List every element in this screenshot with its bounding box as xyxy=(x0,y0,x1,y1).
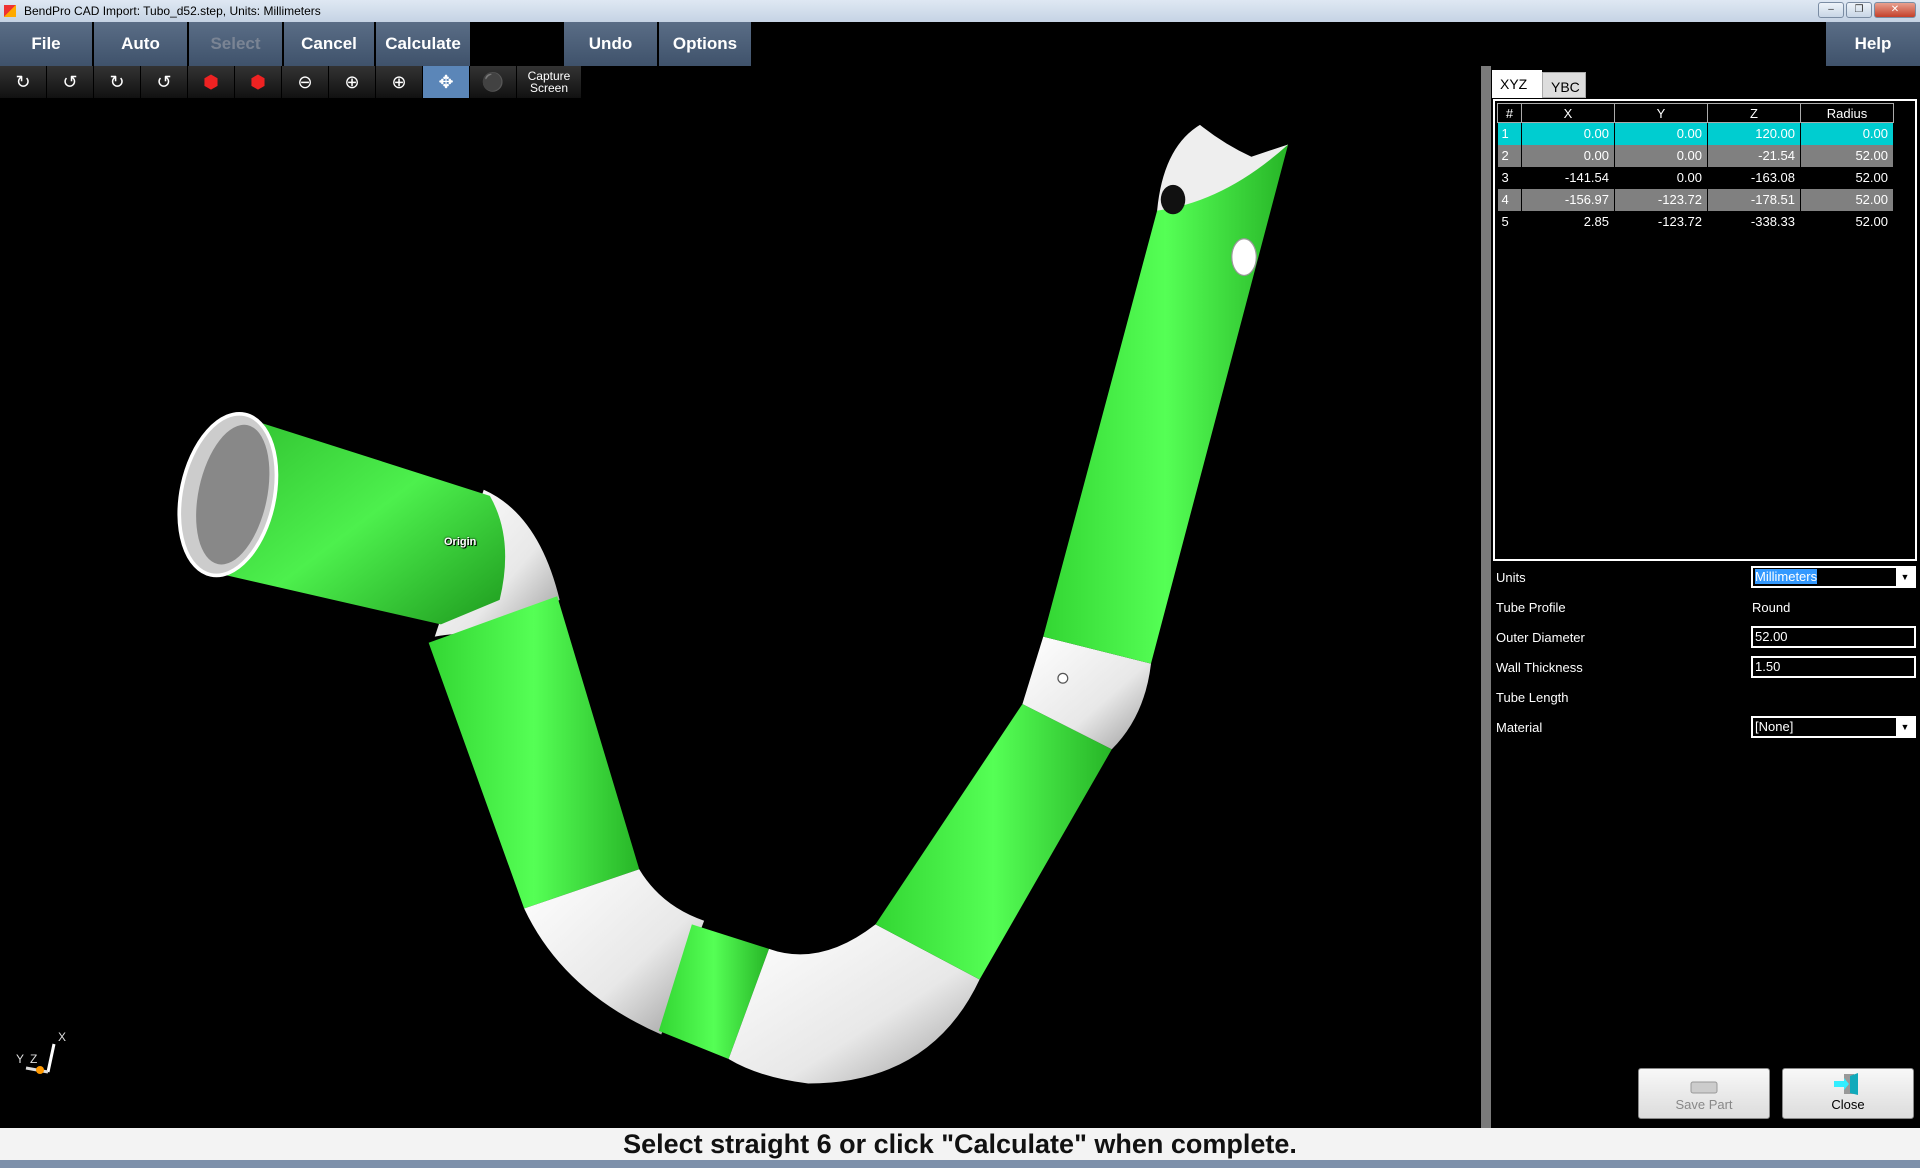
menu-bar: File Auto Select Cancel Calculate Undo O… xyxy=(0,22,1920,66)
cell: 52.00 xyxy=(1800,188,1894,211)
cell: -123.72 xyxy=(1614,188,1708,211)
options-button[interactable]: Options xyxy=(659,22,751,66)
material-label: Material xyxy=(1496,720,1543,735)
calculate-button[interactable]: Calculate xyxy=(376,22,470,66)
pan-icon[interactable]: ✥ xyxy=(423,66,469,98)
cell: -21.54 xyxy=(1707,144,1801,167)
save-icon xyxy=(1639,1079,1769,1095)
chevron-down-icon[interactable]: ▼ xyxy=(1896,718,1914,736)
taskbar xyxy=(0,1160,1920,1168)
door-exit-icon xyxy=(1783,1073,1913,1095)
cell: 4 xyxy=(1497,188,1522,211)
cell: 0.00 xyxy=(1614,122,1708,145)
rotate-x-ccw-icon[interactable]: ↺ xyxy=(47,66,93,98)
properties-panel: Units Millimeters ▼ Tube Profile Round Out… xyxy=(1496,562,1920,742)
cell: 120.00 xyxy=(1707,122,1801,145)
cell: 0.00 xyxy=(1614,144,1708,167)
cell: 2.85 xyxy=(1521,210,1615,233)
status-message: Select straight 6 or click "Calculate" w… xyxy=(0,1128,1920,1160)
outer-diameter-label: Outer Diameter xyxy=(1496,630,1585,645)
undo-button[interactable]: Undo xyxy=(564,22,657,66)
save-part-label: Save Part xyxy=(1675,1097,1733,1112)
cancel-button[interactable]: Cancel xyxy=(284,22,374,66)
table-row[interactable]: 1 0.00 0.00 120.00 0.00 xyxy=(1497,122,1894,145)
axis-x-label: X xyxy=(58,1030,67,1044)
outer-diameter-input[interactable]: 52.00 xyxy=(1751,626,1916,648)
material-select[interactable]: [None] ▼ xyxy=(1751,716,1916,738)
cell: -123.72 xyxy=(1614,210,1708,233)
zoom-in-icon[interactable]: ⊕ xyxy=(329,66,375,98)
title-bar: BendPro CAD Import: Tubo_d52.step, Units… xyxy=(0,0,1920,22)
tube-profile-value: Round xyxy=(1752,600,1791,615)
cell: -141.54 xyxy=(1521,166,1615,189)
help-button[interactable]: Help xyxy=(1826,22,1920,66)
3d-viewport[interactable] xyxy=(0,98,1481,1128)
cell: 52.00 xyxy=(1800,166,1894,189)
cell: 3 xyxy=(1497,166,1522,189)
axis-triad: X Y Z xyxy=(14,1030,67,1090)
table-row[interactable]: 4 -156.97 -123.72 -178.51 52.00 xyxy=(1497,188,1894,211)
table-row[interactable]: 5 2.85 -123.72 -338.33 52.00 xyxy=(1497,210,1894,233)
units-label: Units xyxy=(1496,570,1526,585)
rotate-x-cw-icon[interactable]: ↻ xyxy=(0,66,46,98)
tab-xyz[interactable]: XYZ xyxy=(1492,70,1542,98)
cell: 1 xyxy=(1497,122,1522,145)
cell: 0.00 xyxy=(1800,122,1894,145)
capture-screen-button[interactable]: Capture Screen xyxy=(517,66,581,98)
screen-label: Screen xyxy=(529,81,569,95)
tube-profile-label: Tube Profile xyxy=(1496,600,1566,615)
cell: 52.00 xyxy=(1800,210,1894,233)
cell: 5 xyxy=(1497,210,1522,233)
tube-length-label: Tube Length xyxy=(1496,690,1569,705)
points-table: # X Y Z Radius 1 0.00 0.00 120.00 0.00 2 0.00… xyxy=(1493,99,1917,561)
zoom-out-icon[interactable]: ⊖ xyxy=(282,66,328,98)
rotate-y-ccw-icon[interactable]: ↺ xyxy=(141,66,187,98)
wall-thickness-label: Wall Thickness xyxy=(1496,660,1583,675)
cell: 0.00 xyxy=(1614,166,1708,189)
cell: -178.51 xyxy=(1707,188,1801,211)
panel-splitter[interactable] xyxy=(1481,66,1491,1128)
rotate-y-cw-icon[interactable]: ↻ xyxy=(94,66,140,98)
save-part-button[interactable]: Save Part xyxy=(1638,1068,1770,1119)
close-window-button[interactable]: ✕ xyxy=(1874,2,1916,18)
chevron-down-icon[interactable]: ▼ xyxy=(1896,568,1914,586)
table-header: # X Y Z Radius xyxy=(1497,103,1894,123)
material-value: [None] xyxy=(1755,719,1794,734)
wall-thickness-input[interactable]: 1.50 xyxy=(1751,656,1916,678)
auto-button[interactable]: Auto xyxy=(94,22,187,66)
table-row[interactable]: 3 -141.54 0.00 -163.08 52.00 xyxy=(1497,166,1894,189)
rotate-z-right-icon[interactable]: ⬢ xyxy=(235,66,281,98)
close-button[interactable]: Close xyxy=(1782,1068,1914,1119)
center-icon[interactable]: ⚫ xyxy=(470,66,516,98)
col-y[interactable]: Y xyxy=(1614,103,1708,123)
restore-button[interactable]: ❐ xyxy=(1846,2,1872,18)
axis-y-label: Y xyxy=(16,1052,25,1066)
col-num[interactable]: # xyxy=(1497,103,1522,123)
file-button[interactable]: File xyxy=(0,22,92,66)
col-radius[interactable]: Radius xyxy=(1800,103,1894,123)
close-label: Close xyxy=(1831,1097,1865,1112)
cell: -163.08 xyxy=(1707,166,1801,189)
app-icon xyxy=(4,5,16,17)
table-row[interactable]: 2 0.00 0.00 -21.54 52.00 xyxy=(1497,144,1894,167)
cell: -338.33 xyxy=(1707,210,1801,233)
cell: 0.00 xyxy=(1521,144,1615,167)
window-title: BendPro CAD Import: Tubo_d52.step, Units… xyxy=(24,4,321,18)
zoom-fit-icon[interactable]: ⊕ xyxy=(376,66,422,98)
col-z[interactable]: Z xyxy=(1707,103,1801,123)
rotate-z-left-icon[interactable]: ⬢ xyxy=(188,66,234,98)
cell: -156.97 xyxy=(1521,188,1615,211)
origin-label: Origin xyxy=(444,536,477,548)
cell: 52.00 xyxy=(1800,144,1894,167)
axis-z-label: Z xyxy=(30,1052,38,1066)
minimize-button[interactable]: – xyxy=(1818,2,1844,18)
cell: 2 xyxy=(1497,144,1522,167)
tab-ybc[interactable]: YBC xyxy=(1542,72,1586,98)
col-x[interactable]: X xyxy=(1521,103,1615,123)
view-toolbar: ↻ ↺ ↻ ↺ ⬢ ⬢ ⊖ ⊕ ⊕ ✥ ⚫ Capture Screen xyxy=(0,66,581,98)
cell: 0.00 xyxy=(1521,122,1615,145)
units-select[interactable]: Millimeters ▼ xyxy=(1751,566,1916,588)
units-value: Millimeters xyxy=(1755,569,1818,584)
select-button[interactable]: Select xyxy=(189,22,282,66)
